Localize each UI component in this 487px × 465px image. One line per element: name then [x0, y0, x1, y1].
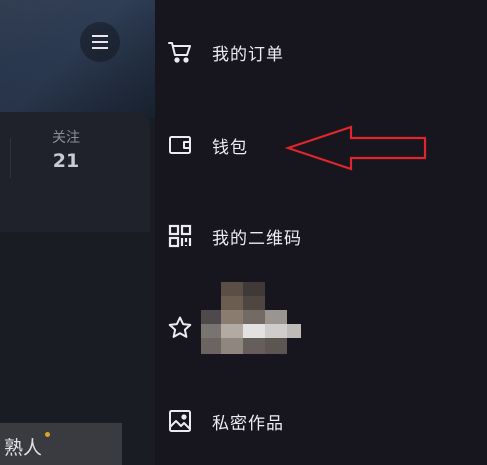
drawer-item-qr-code[interactable]: 我的二维码: [155, 208, 487, 264]
side-drawer: 我的订单 钱包 我的二维码 私密作品: [155, 0, 487, 465]
annotation-arrow: [285, 125, 427, 171]
drawer-item-label: 我的订单: [212, 44, 284, 65]
profile-banner: [0, 0, 160, 118]
drawer-item-orders[interactable]: 我的订单: [155, 24, 487, 80]
following-count[interactable]: 21: [45, 150, 87, 172]
notification-dot: [45, 432, 50, 437]
qr-code-icon: [167, 223, 193, 249]
hamburger-menu-button[interactable]: [80, 22, 120, 62]
cart-icon: [167, 39, 193, 65]
drawer-item-label: 我的二维码: [212, 228, 302, 249]
drawer-item-label: 钱包: [212, 137, 248, 158]
hamburger-icon: [92, 33, 108, 51]
blurred-label: [201, 282, 301, 360]
star-icon: [167, 315, 193, 341]
wallet-icon: [167, 132, 193, 158]
drawer-item-private-works[interactable]: 私密作品: [155, 393, 487, 449]
private-image-icon: [167, 408, 193, 434]
stats-divider: [10, 138, 11, 178]
drawer-item-label: 私密作品: [212, 413, 284, 434]
following-label: 关注: [52, 130, 80, 146]
profile-page: 关注 21 熟人: [0, 0, 160, 465]
tab-acquaintances[interactable]: 熟人: [4, 433, 42, 460]
